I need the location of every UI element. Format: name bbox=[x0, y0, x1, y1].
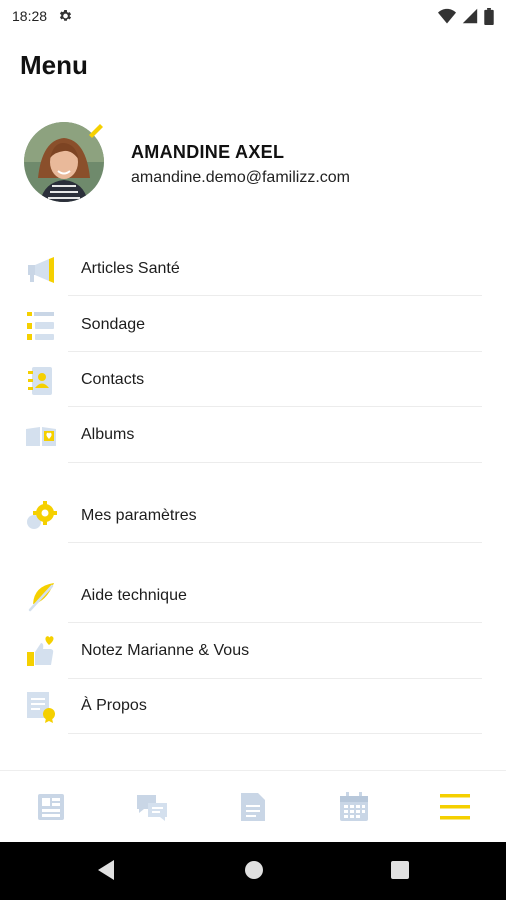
divider bbox=[68, 733, 482, 734]
menu-item-label: Contacts bbox=[81, 371, 145, 388]
bottom-navigation bbox=[0, 770, 506, 843]
profile-name: AMANDINE AXEL bbox=[131, 142, 285, 162]
hamburger-menu-icon bbox=[439, 794, 470, 820]
nav-news-button[interactable] bbox=[0, 771, 101, 843]
nav-menu-button[interactable] bbox=[404, 771, 505, 843]
document-icon bbox=[240, 793, 265, 821]
status-right bbox=[438, 7, 494, 25]
menu-item-articles-sante[interactable]: Articles Santé bbox=[0, 241, 506, 297]
back-icon[interactable] bbox=[96, 859, 116, 881]
contacts-book-icon bbox=[28, 367, 52, 395]
battery-icon bbox=[484, 7, 494, 25]
nav-documents-button[interactable] bbox=[202, 771, 303, 843]
system-navigation-bar bbox=[0, 842, 506, 900]
settings-status-icon bbox=[59, 10, 72, 21]
profile-email: amandine.demo@familizz.com bbox=[131, 169, 350, 186]
settings-gear-icon bbox=[27, 501, 57, 529]
wifi-icon bbox=[438, 8, 456, 24]
menu-item-label: À Propos bbox=[81, 697, 147, 714]
signal-icon bbox=[462, 8, 478, 24]
menu-item-label: Aide technique bbox=[81, 587, 187, 604]
status-left: 18:28 bbox=[12, 8, 73, 24]
menu-item-notez-marianne[interactable]: Notez Marianne & Vous bbox=[0, 623, 506, 679]
news-icon bbox=[37, 794, 64, 820]
chat-icon bbox=[136, 795, 167, 821]
page-title: Menu bbox=[20, 50, 88, 80]
home-icon[interactable] bbox=[244, 859, 264, 881]
photo-album-icon bbox=[26, 427, 56, 446]
menu-item-label: Articles Santé bbox=[81, 260, 180, 277]
nav-calendar-button[interactable] bbox=[303, 771, 404, 843]
calendar-icon bbox=[339, 792, 368, 821]
menu-item-a-propos[interactable]: À Propos bbox=[0, 678, 506, 734]
megaphone-icon bbox=[28, 257, 54, 283]
menu-item-label: Sondage bbox=[81, 316, 146, 333]
menu-item-contacts[interactable]: Contacts bbox=[0, 352, 506, 408]
poll-icon bbox=[27, 312, 54, 340]
divider bbox=[68, 542, 482, 543]
menu-item-aide-technique[interactable]: Aide technique bbox=[0, 568, 506, 624]
recents-icon[interactable] bbox=[390, 859, 410, 881]
feather-icon bbox=[28, 583, 54, 612]
menu-item-label: Notez Marianne & Vous bbox=[81, 642, 250, 659]
divider bbox=[68, 295, 482, 296]
status-time: 18:28 bbox=[12, 8, 48, 24]
nav-chat-button[interactable] bbox=[101, 771, 202, 843]
thumbs-up-heart-icon bbox=[27, 636, 54, 666]
menu-item-label: Albums bbox=[81, 426, 135, 443]
status-bar: 18:28 bbox=[0, 0, 506, 32]
menu-item-mes-parametres[interactable]: Mes paramètres bbox=[0, 488, 506, 544]
menu-item-sondage[interactable]: Sondage bbox=[0, 297, 506, 353]
profile-card[interactable]: AMANDINE AXEL amandine.demo@familizz.com bbox=[24, 122, 484, 206]
edit-pencil-icon[interactable] bbox=[86, 120, 106, 140]
menu-item-albums[interactable]: Albums bbox=[0, 407, 506, 463]
menu-item-label: Mes paramètres bbox=[81, 507, 197, 524]
divider bbox=[68, 462, 482, 463]
certificate-icon bbox=[27, 692, 55, 723]
